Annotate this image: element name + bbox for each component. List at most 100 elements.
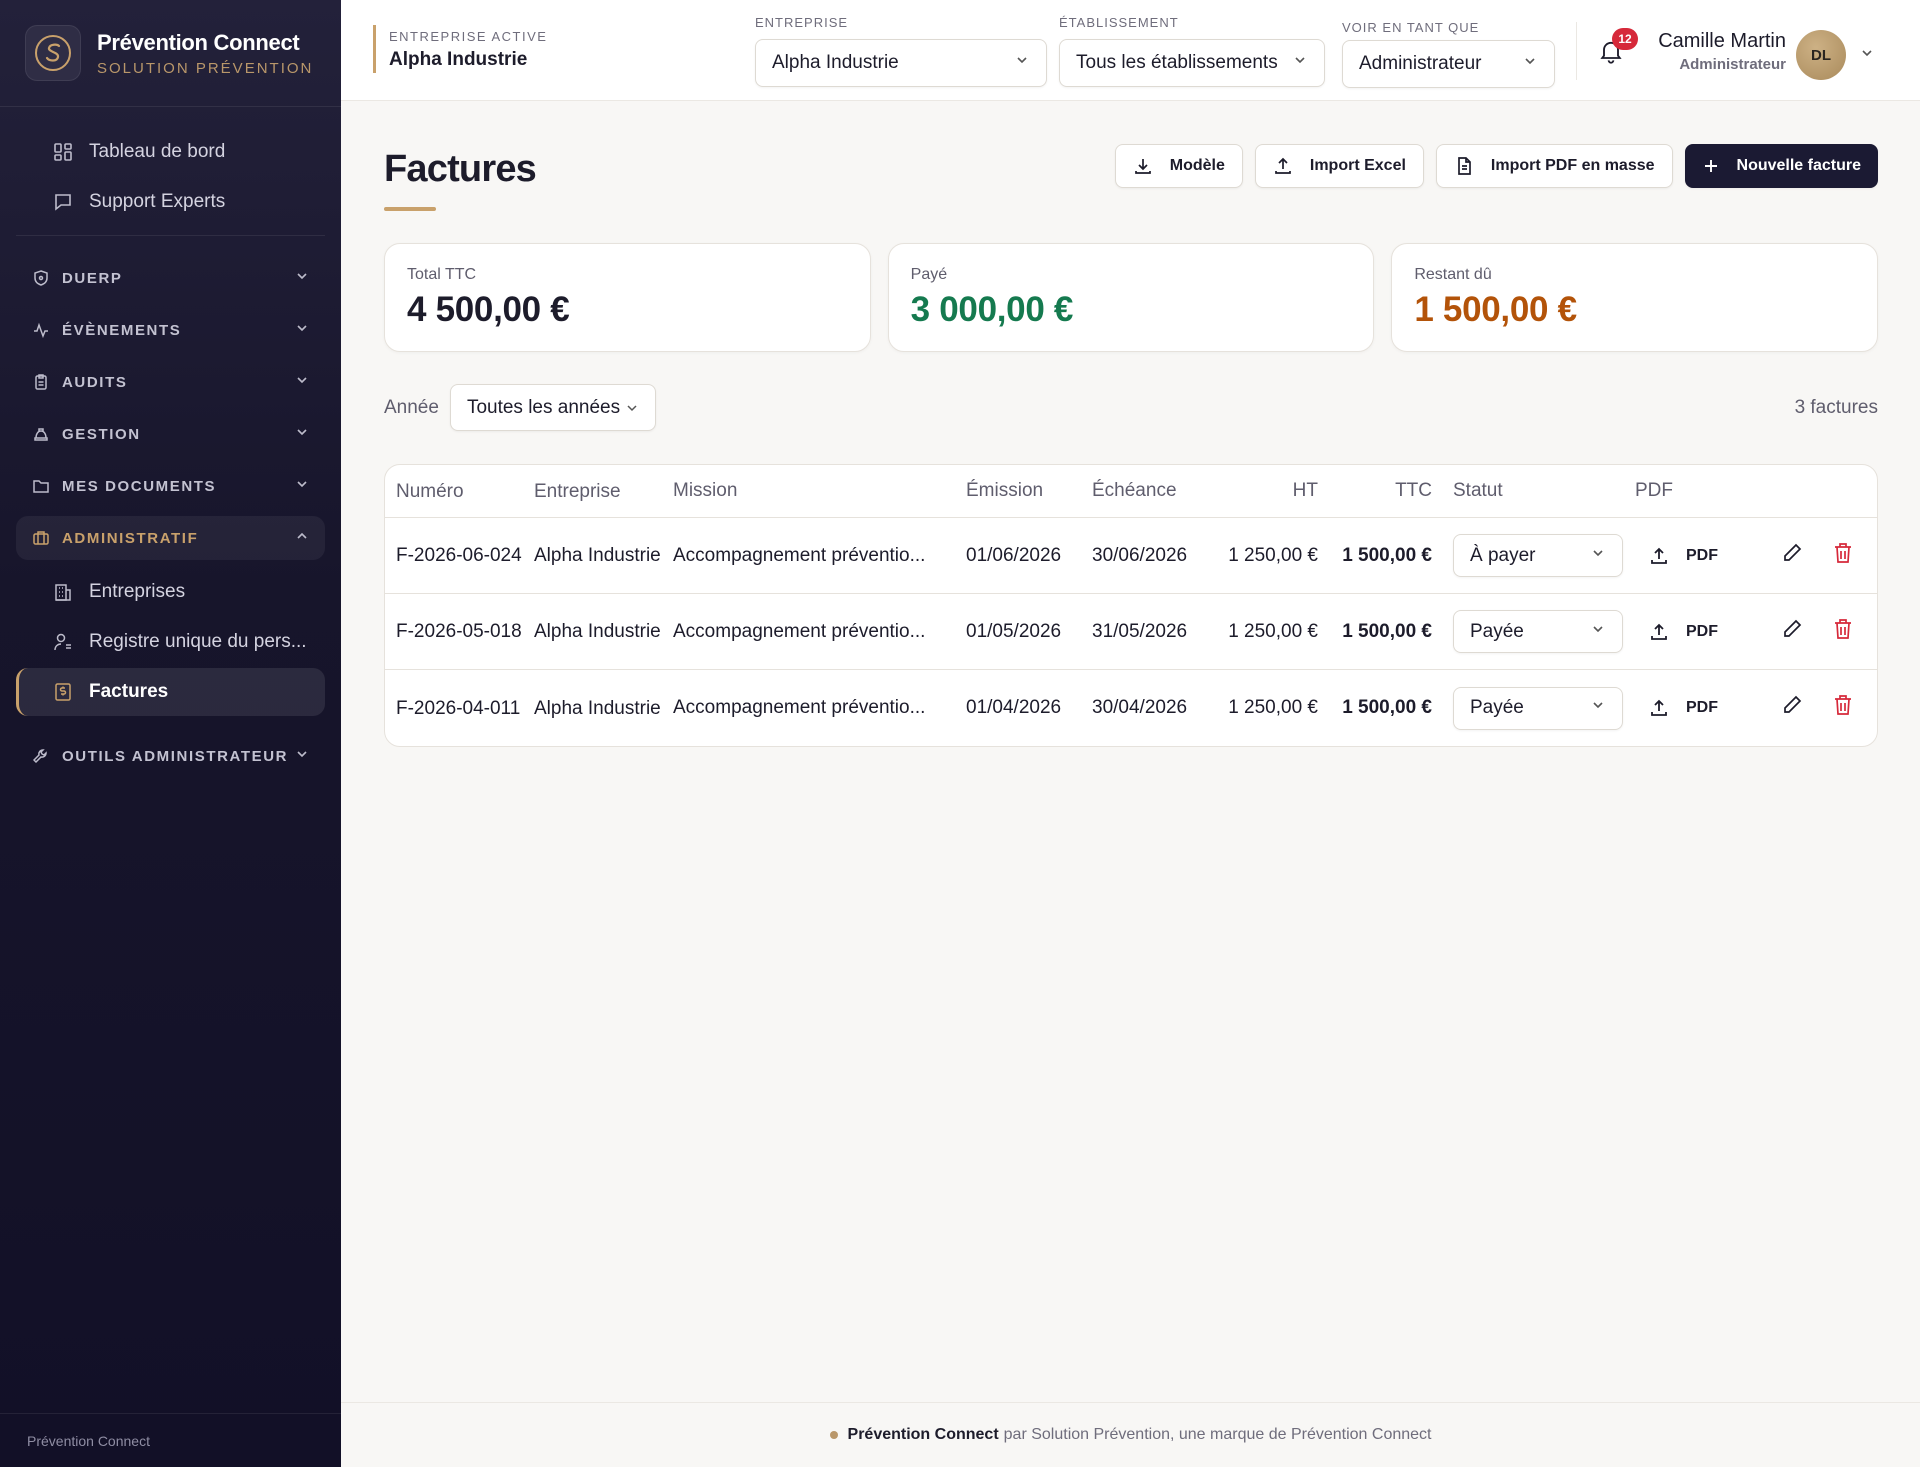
row-actions [1749,542,1877,570]
activity-icon [32,321,50,339]
nav-section-administratif[interactable]: ADMINISTRATIF [16,516,325,560]
chevron-down-icon [1590,697,1606,719]
pdf-upload-button[interactable]: PDF [1635,698,1749,718]
col-mission[interactable]: Mission [662,480,955,502]
due-value: 1 500,00 € [1414,290,1577,329]
chevron-down-icon [625,401,639,415]
active-company-label: ENTREPRISE ACTIVE [389,29,548,44]
user-info[interactable]: Camille Martin Administrateur [1656,30,1786,73]
page-footer: Prévention Connect par Solution Préventi… [341,1402,1920,1467]
invoice-number: F-2026-06-024 [396,545,522,566]
trash-icon[interactable] [1833,542,1853,570]
company-select-label: ENTREPRISE [755,15,849,30]
nav-item-entreprises[interactable]: Entreprises [16,568,325,616]
invoice-issue-date: 01/06/2026 [966,544,1062,566]
active-company-name: Alpha Industrie [389,49,528,70]
site-select-label: ÉTABLISSEMENT [1059,15,1179,30]
upload-icon [1649,622,1669,642]
company-dropdown[interactable]: Alpha Industrie [755,39,1047,87]
nav-item-label: Factures [89,681,169,702]
nav-item-label: Entreprises [89,581,186,602]
nav-item-label: Tableau de bord [89,141,226,162]
briefcase-icon [32,529,50,547]
nav-section-label: DUERP [62,269,123,287]
chevron-down-icon[interactable] [1859,45,1875,66]
footer-text: par Solution Prévention, une marque de P… [1003,1426,1432,1443]
chevron-down-icon [295,321,309,339]
nav-item-label: Registre unique du pers... [89,631,307,652]
invoice-ht: 1 250,00 € [1228,697,1318,718]
nav-item-dashboard[interactable]: Tableau de bord [16,127,325,177]
nav-section-label: GESTION [62,425,141,443]
nav-section-outils[interactable]: OUTILS ADMINISTRATEUR [16,734,325,778]
hardhat-icon [32,425,50,443]
table-header: Numéro Entreprise Mission Émission Échéa… [385,465,1877,518]
template-button[interactable]: Modèle [1114,144,1243,188]
col-echeance[interactable]: Échéance [1081,480,1208,502]
chevron-down-icon [295,477,309,495]
nav-section-gestion[interactable]: GESTION [16,412,325,456]
nav-section-duerp[interactable]: DUERP [16,256,325,300]
status-select[interactable]: Payée [1453,610,1623,653]
status-select[interactable]: Payée [1453,686,1623,730]
year-dropdown[interactable]: Toutes les années [449,384,657,431]
total-card: Total TTC 4 500,00 € [384,243,871,352]
chevron-down-icon [1292,52,1308,74]
view-as-dropdown[interactable]: Administrateur [1342,40,1555,88]
trash-icon[interactable] [1833,618,1853,646]
nav-section-audits[interactable]: AUDITS [16,360,325,404]
invoice-ttc: 1 500,00 € [1342,697,1432,718]
chat-icon [52,191,74,213]
status-select[interactable]: À payer [1453,534,1623,577]
nav-section-documents[interactable]: MES DOCUMENTS [16,464,325,508]
invoice-icon [52,681,74,703]
import-excel-button[interactable]: Import Excel [1254,144,1424,188]
new-invoice-button[interactable]: Nouvelle facture [1684,144,1878,188]
edit-icon[interactable] [1781,618,1803,646]
invoice-issue-date: 01/04/2026 [966,697,1062,718]
download-icon [1133,156,1153,176]
pdf-upload-button[interactable]: PDF [1635,546,1749,566]
invoice-company: Alpha Industrie [534,697,661,719]
paid-label: Payé [910,266,948,283]
chevron-down-icon [1522,53,1538,75]
pdf-upload-button[interactable]: PDF [1635,622,1749,642]
edit-icon[interactable] [1781,694,1803,722]
new-invoice-label: Nouvelle facture [1736,157,1861,174]
upload-icon [1273,156,1293,176]
brand[interactable]: Prévention Connect SOLUTION PRÉVENTION [0,0,341,107]
pdf-cell: PDF [1624,546,1749,566]
nav-item-registre[interactable]: Registre unique du pers... [16,618,325,666]
col-numero[interactable]: Numéro [385,478,523,505]
status-cell: À payer [1432,534,1624,577]
site-dropdown[interactable]: Tous les établissements [1059,39,1325,87]
pdf-label: PDF [1686,622,1718,640]
summary-cards: Total TTC 4 500,00 € Payé 3 000,00 € Res… [384,243,1879,352]
nav-item-factures[interactable]: Factures [16,668,325,716]
col-emission[interactable]: Émission [955,480,1081,502]
trash-icon[interactable] [1833,694,1853,722]
dashboard-icon [52,141,74,163]
import-pdf-button[interactable]: Import PDF en masse [1435,144,1673,188]
nav-item-support[interactable]: Support Experts [16,177,325,227]
nav-section-label: MES DOCUMENTS [62,477,217,495]
document-icon [1454,156,1474,176]
invoice-ht: 1 250,00 € [1228,620,1318,642]
chevron-down-icon [295,373,309,391]
view-as-value: Administrateur [1359,53,1482,74]
col-statut[interactable]: Statut [1432,480,1624,502]
status-value: Payée [1470,697,1524,718]
view-as-label: VOIR EN TANT QUE [1342,20,1480,35]
col-entreprise[interactable]: Entreprise [523,478,662,505]
chevron-down-icon [295,747,309,765]
col-ttc[interactable]: TTC [1318,480,1432,502]
invoice-due-date: 31/05/2026 [1092,620,1188,642]
nav-section-label: ÉVÈNEMENTS [62,321,182,339]
import-pdf-label: Import PDF en masse [1490,157,1655,174]
col-ht[interactable]: HT [1208,480,1318,502]
avatar[interactable]: DL [1796,30,1846,80]
page-actions: Modèle Import Excel Import PDF en masse … [1114,144,1878,188]
sidebar: Prévention Connect SOLUTION PRÉVENTION T… [0,0,341,1467]
edit-icon[interactable] [1781,542,1803,570]
nav-section-evenements[interactable]: ÉVÈNEMENTS [16,308,325,352]
